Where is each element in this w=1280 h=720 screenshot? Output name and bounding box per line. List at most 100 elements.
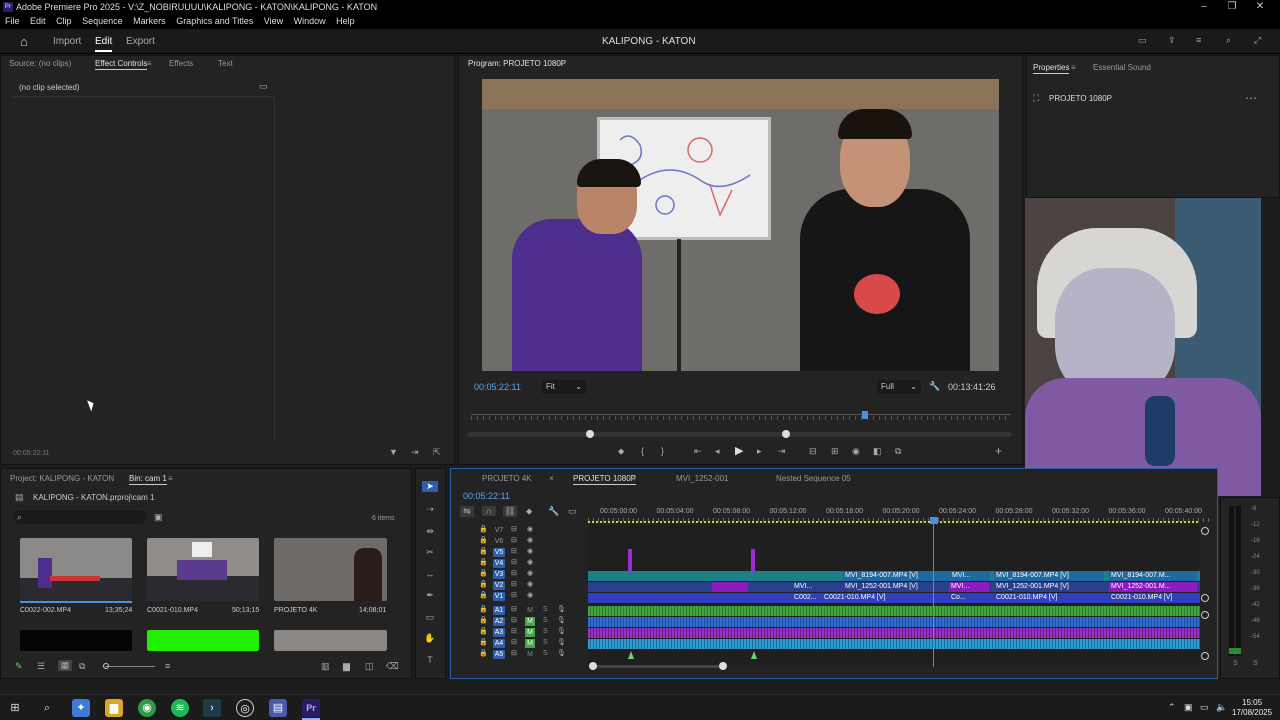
track-label[interactable]: A5 bbox=[493, 650, 505, 659]
clip-segment[interactable] bbox=[712, 582, 748, 592]
automate-icon[interactable]: ▥ bbox=[321, 661, 330, 672]
sync-lock-icon[interactable]: ⊟ bbox=[511, 627, 517, 635]
list-view-icon[interactable]: ☰ bbox=[37, 661, 45, 672]
tab-import[interactable]: Import bbox=[53, 36, 81, 47]
track-label[interactable]: A2 bbox=[493, 617, 505, 626]
search-icon[interactable]: ⌕ bbox=[1226, 35, 1231, 46]
solo-right[interactable]: S bbox=[1253, 660, 1258, 667]
media-thumbnail[interactable] bbox=[20, 630, 132, 651]
chevron-up-icon[interactable]: ⌃ bbox=[1168, 702, 1176, 713]
mute-toggle[interactable]: M bbox=[525, 617, 535, 626]
sync-lock-icon[interactable]: ⊟ bbox=[511, 580, 517, 588]
media-thumbnail[interactable] bbox=[147, 538, 259, 601]
playhead-handle[interactable] bbox=[930, 517, 938, 524]
track-label[interactable]: V6 bbox=[493, 537, 505, 546]
track-area[interactable]: MVI_8194-007.MP4 [V] MVI... MVI_8194-007… bbox=[588, 519, 1200, 667]
zoom-slider[interactable] bbox=[105, 666, 155, 667]
media-thumbnail[interactable] bbox=[274, 630, 387, 651]
app-icon[interactable]: ▤ bbox=[269, 699, 287, 717]
multicam-icon[interactable]: ⧉ bbox=[895, 446, 901, 457]
track-label[interactable]: V3 bbox=[493, 570, 505, 579]
eye-icon[interactable]: ◉ bbox=[527, 525, 533, 533]
program-ruler[interactable] bbox=[471, 414, 1011, 415]
track-label[interactable]: V2 bbox=[493, 581, 505, 590]
copilot-icon[interactable]: ✦ bbox=[72, 699, 90, 717]
mute-toggle[interactable]: M bbox=[525, 639, 535, 648]
search-icon[interactable]: ⌕ bbox=[38, 699, 56, 717]
premiere-taskbar-icon[interactable]: Pr bbox=[302, 699, 320, 717]
program-timecode[interactable]: 00:05:22:11 bbox=[474, 382, 521, 392]
nest-toggle-icon[interactable]: ⇋ bbox=[460, 506, 474, 517]
type-tool-icon[interactable]: T bbox=[422, 655, 438, 665]
track-label[interactable]: A1 bbox=[493, 606, 505, 615]
clip-label[interactable]: MVI_1252-001.MP4 [V] bbox=[994, 582, 1104, 592]
lock-icon[interactable]: 🔒 bbox=[479, 536, 488, 544]
more-options-icon[interactable]: ⋯ bbox=[1245, 91, 1257, 105]
mute-toggle[interactable]: M bbox=[525, 628, 535, 637]
menu-clip[interactable]: Clip bbox=[56, 14, 72, 26]
menu-edit[interactable]: Edit bbox=[30, 14, 46, 26]
clip-label[interactable]: C002... bbox=[792, 593, 820, 603]
play-icon[interactable]: ▶ bbox=[735, 444, 743, 457]
vertical-scroll-handle[interactable] bbox=[1201, 652, 1209, 660]
properties-menu-icon[interactable]: ≡ bbox=[1071, 63, 1076, 72]
vertical-scroll-handle[interactable] bbox=[1201, 611, 1209, 619]
eye-icon[interactable]: ◉ bbox=[527, 569, 533, 577]
file-explorer-icon[interactable]: ▆ bbox=[105, 699, 123, 717]
bin-menu-icon[interactable]: ≡ bbox=[168, 474, 173, 483]
rectangle-tool-icon[interactable]: ▭ bbox=[422, 612, 438, 623]
mark-in-icon[interactable]: { bbox=[641, 446, 644, 456]
tab-effects[interactable]: Effects bbox=[169, 59, 193, 68]
home-icon[interactable]: ⌂ bbox=[20, 34, 28, 49]
microphone-icon[interactable]: 🎙 bbox=[557, 649, 566, 657]
camera-tray-icon[interactable]: ▣ bbox=[1184, 702, 1193, 713]
razor-tool-icon[interactable]: ✂ bbox=[422, 547, 438, 558]
hand-tool-icon[interactable]: ✋ bbox=[422, 633, 438, 644]
vertical-scroll-handle[interactable] bbox=[1201, 594, 1209, 602]
clip-label[interactable]: MVI... bbox=[950, 571, 990, 581]
lock-icon[interactable]: 🔒 bbox=[479, 616, 488, 624]
work-area-bar[interactable] bbox=[588, 521, 1200, 523]
eye-icon[interactable]: ◉ bbox=[527, 547, 533, 555]
tab-sequence-4k[interactable]: PROJETO 4K bbox=[482, 474, 532, 483]
audio-clip-a1[interactable] bbox=[588, 606, 1200, 616]
tab-sequence-1080p[interactable]: PROJETO 1080P bbox=[573, 474, 636, 485]
tab-effect-controls[interactable]: Effect Controls bbox=[95, 59, 148, 70]
sync-lock-icon[interactable]: ⊟ bbox=[511, 547, 517, 555]
panel-menu-icon[interactable]: ≡ bbox=[147, 59, 152, 68]
zoom-select[interactable]: Fit ⌄ bbox=[542, 380, 586, 394]
play-audio-icon[interactable]: ⇥ bbox=[411, 447, 419, 458]
terminal-icon[interactable]: › bbox=[203, 699, 221, 717]
timeline-timecode[interactable]: 00:05:22:11 bbox=[463, 491, 510, 501]
filter-icon[interactable]: ▼ bbox=[389, 447, 398, 457]
clock-time[interactable]: 15:05 bbox=[1242, 698, 1262, 707]
lock-icon[interactable]: 🔒 bbox=[479, 558, 488, 566]
sync-lock-icon[interactable]: ⊟ bbox=[511, 558, 517, 566]
track-label[interactable]: V1 bbox=[493, 592, 505, 601]
menu-view[interactable]: View bbox=[264, 14, 283, 26]
new-item-icon[interactable]: ◫ bbox=[365, 661, 374, 672]
vertical-scroll-handle[interactable] bbox=[1201, 527, 1209, 535]
solo-toggle[interactable]: S bbox=[543, 650, 548, 657]
sync-lock-icon[interactable]: ⊟ bbox=[511, 616, 517, 624]
eye-icon[interactable]: ◉ bbox=[527, 536, 533, 544]
tab-project[interactable]: Project: KALIPONG - KATON bbox=[10, 474, 114, 483]
minimize-icon[interactable]: – bbox=[1196, 1, 1212, 13]
clip-label[interactable]: MVI_1252-001.M... bbox=[1109, 582, 1197, 592]
microphone-icon[interactable]: 🎙 bbox=[557, 638, 566, 646]
comparison-icon[interactable]: ◧ bbox=[873, 446, 882, 457]
new-bin-icon[interactable]: ▣ bbox=[154, 512, 163, 523]
icon-view-icon[interactable]: ▦ bbox=[58, 660, 72, 671]
go-to-out-icon[interactable]: ⇥ bbox=[778, 446, 786, 457]
audio-clip-a3[interactable] bbox=[588, 628, 1200, 638]
step-back-icon[interactable]: ◂ bbox=[715, 446, 720, 457]
solo-toggle[interactable]: S bbox=[543, 628, 548, 635]
solo-toggle[interactable]: S bbox=[543, 606, 548, 613]
windows-start-icon[interactable]: ⊞ bbox=[6, 699, 24, 717]
solo-toggle[interactable]: S bbox=[543, 617, 548, 624]
quality-select[interactable]: Full ⌄ bbox=[877, 380, 921, 394]
microphone-icon[interactable]: 🎙 bbox=[557, 627, 566, 635]
lock-icon[interactable]: 🔒 bbox=[479, 605, 488, 613]
clip-label[interactable]: MVI_1252-001.MP4 [V] bbox=[843, 582, 943, 592]
solo-left[interactable]: S bbox=[1233, 660, 1238, 667]
